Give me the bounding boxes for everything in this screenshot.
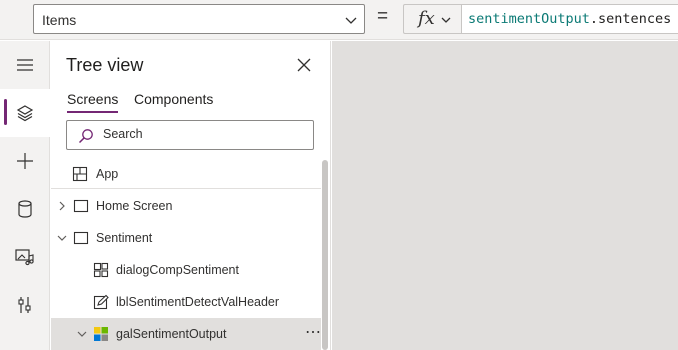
tree-item-label: lblSentimentDetectValHeader <box>116 295 280 309</box>
gallery-icon <box>94 327 108 341</box>
design-canvas[interactable] <box>332 41 678 350</box>
property-dropdown-value: Items <box>42 12 77 28</box>
tree-item-app[interactable]: App <box>51 158 321 190</box>
search-icon <box>78 129 93 144</box>
database-icon <box>18 200 32 218</box>
fx-icon: fx <box>418 8 435 29</box>
fx-function-button[interactable]: fx <box>403 4 461 34</box>
tree-item-label: galSentimentOutput <box>116 327 227 341</box>
media-button[interactable] <box>0 233 50 281</box>
component-icon <box>93 262 109 278</box>
tree-item-galsentimentoutput[interactable]: galSentimentOutput ⋯ <box>51 318 321 350</box>
formula-input[interactable]: sentimentOutput.sentences <box>461 4 678 34</box>
advanced-tools-button[interactable] <box>0 281 50 329</box>
search-input[interactable] <box>103 127 303 141</box>
advanced-tools-icon <box>18 297 31 313</box>
chevron-down-icon[interactable] <box>77 329 87 339</box>
media-icon <box>15 249 34 266</box>
chevron-down-icon <box>441 17 451 23</box>
search-box[interactable] <box>66 120 314 150</box>
property-dropdown[interactable]: Items <box>33 4 365 34</box>
formula-identifier: sentimentOutput <box>468 11 590 27</box>
more-options-icon[interactable]: ⋯ <box>305 322 322 342</box>
tab-screens[interactable]: Screens <box>67 91 119 113</box>
tree-item-label: dialogCompSentiment <box>116 263 239 277</box>
equals-sign: = <box>377 6 389 27</box>
tree-view-button[interactable] <box>0 89 50 137</box>
scrollbar-thumb[interactable] <box>322 160 328 350</box>
tree-item-label: App <box>96 167 119 181</box>
tree-item-home-screen[interactable]: Home Screen <box>51 190 321 222</box>
chevron-down-icon <box>345 17 357 24</box>
tree-item-dialogcompsentiment[interactable]: dialogCompSentiment <box>51 254 321 286</box>
tree-item-label: Sentiment <box>96 231 153 245</box>
left-rail <box>0 41 50 350</box>
chevron-right-icon[interactable] <box>57 201 67 211</box>
hamburger-menu-icon <box>17 59 33 71</box>
app-icon <box>72 166 88 182</box>
formula-text: sentimentOutput.sentences <box>468 11 671 27</box>
label-edit-icon <box>93 294 109 310</box>
close-icon[interactable] <box>294 55 314 75</box>
insert-button[interactable] <box>0 137 50 185</box>
tree-item-sentiment[interactable]: Sentiment <box>51 222 321 254</box>
divider <box>51 188 321 189</box>
chevron-down-icon[interactable] <box>57 233 67 243</box>
formula-bar: Items = fx sentimentOutput.sentences <box>0 0 678 40</box>
screen-icon <box>73 231 89 245</box>
tree-view-panel: Tree view Screens Components App Home Sc… <box>51 41 331 350</box>
hamburger-menu-button[interactable] <box>0 41 50 89</box>
panel-title: Tree view <box>66 55 144 75</box>
data-button[interactable] <box>0 185 50 233</box>
tab-components[interactable]: Components <box>134 91 213 107</box>
plus-insert-icon <box>17 153 33 169</box>
tree-item-lblsentimentdetectvalheader[interactable]: lblSentimentDetectValHeader <box>51 286 321 318</box>
formula-member: .sentences <box>589 11 672 27</box>
layers-tree-view-icon <box>16 105 34 122</box>
tree-item-label: Home Screen <box>96 199 173 213</box>
screen-icon <box>73 199 89 213</box>
